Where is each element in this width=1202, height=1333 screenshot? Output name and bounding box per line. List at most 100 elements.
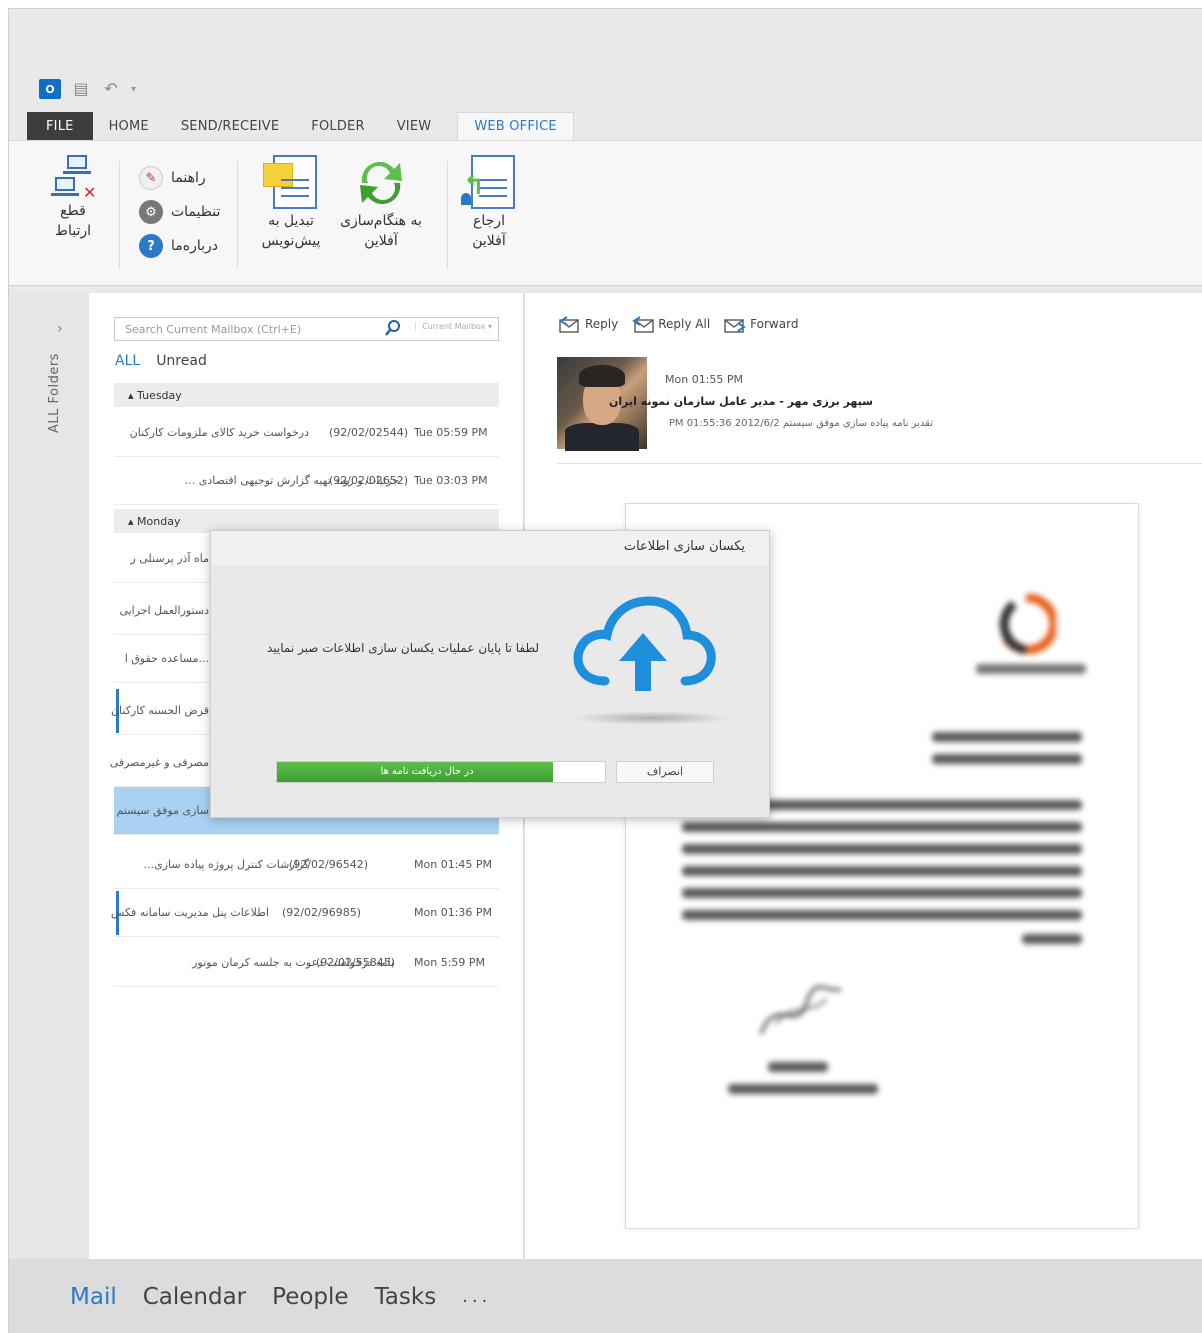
guide-label: راهنما [171,170,206,186]
customize-dropdown-icon[interactable]: ▾ [131,84,136,95]
filter-all[interactable]: ALL [115,353,140,369]
disconnect-icon: ✕ [51,153,96,202]
tab-send-receive[interactable]: SEND/RECEIVE [165,112,295,140]
progress-text: در حال دریافت نامه ها [380,766,474,777]
nav-more[interactable]: ... [462,1286,491,1307]
nav-mail[interactable]: Mail [70,1284,117,1310]
mail-subject: مصرفی و غیرمصرفی [109,756,209,769]
search-icon[interactable] [384,319,402,337]
company-logo-icon [999,594,1056,654]
mail-date: Mon 5:59 PM [414,956,486,969]
tab-web-office[interactable]: WEB OFFICE [457,112,574,140]
reply-button[interactable]: Reply [559,315,618,333]
mail-row[interactable]: اطلاعات پنل مدیریت سامانه فکس (92/02/969… [110,889,499,937]
signature [759,985,842,1035]
search-input[interactable]: Search Current Mailbox (Ctrl+E) Current … [114,317,499,341]
ribbon-separator [447,161,448,269]
to-draft-label: تبدیل به پیش‌نویس [261,213,321,249]
offline-sync-label: به هنگام‌سازی آفلاین [340,213,422,249]
sync-progress-bar: در حال دریافت نامه ها [276,761,606,783]
disconnect-label: قطع ارتباط [55,203,91,239]
settings-label: تنظیمات [171,204,221,220]
mail-row[interactable]: گزارشات کنترل پروژه پیاده سازی... (92/02… [114,841,499,889]
divider [557,463,1202,464]
quick-access-toolbar: O ▤ ↶ ▾ [39,77,136,101]
mail-subject: قرض الحسنه کارکنان [110,704,209,717]
ribbon-tabs: FILE HOME SEND/RECEIVE FOLDER VIEW WEB O… [27,112,574,140]
search-scope-dropdown[interactable]: Current Mailbox ▾ [415,322,492,331]
mail-filters: ALL Unread [115,353,207,369]
sync-dialog: یکسان سازی اطلاعات لطفا تا پایان عملیات … [210,530,770,818]
nav-people[interactable]: People [272,1284,348,1310]
message-actions: Reply Reply All Forward [559,315,798,333]
forward-button[interactable]: Forward [724,315,798,333]
tab-view[interactable]: VIEW [381,112,448,140]
tab-file[interactable]: FILE [27,112,93,140]
reply-all-icon [632,316,654,333]
compass-icon: ✎ [139,166,163,190]
mail-date: Tue 05:59 PM [414,426,488,439]
help-group: ✎ راهنما ⚙ تنظیمات ? درباره‌ما [139,161,220,263]
draft-document-icon [263,153,319,211]
search-placeholder: Search Current Mailbox (Ctrl+E) [125,322,302,336]
dialog-title: یکسان سازی اطلاعات [623,539,745,554]
expand-folders-icon[interactable]: › [57,321,63,337]
offline-refer-label: ارجاع آفلاین [472,213,506,249]
mail-subject: اطلاعات پنل مدیریت سامانه فکس [110,906,269,919]
undo-icon[interactable]: ↶ [101,80,121,98]
mail-row[interactable]: جزئیات و روند تهیه گزارش توجیهی اقتصادی … [114,457,499,505]
ribbon: ✕ قطع ارتباط ✎ راهنما ⚙ تنظیمات ? درباره… [9,140,1202,286]
sync-icon [360,161,402,205]
folder-pane-collapsed: › ALL Folders [9,293,89,1259]
outlook-app-icon: O [39,79,61,99]
tab-home[interactable]: HOME [93,112,165,140]
message-time: Mon 01:55 PM [665,373,744,386]
send-receive-icon[interactable]: ▤ [71,80,91,98]
disconnect-button[interactable]: ✕ قطع ارتباط [51,153,96,241]
mail-number: (92/02/02652) [329,474,408,487]
guide-button[interactable]: ✎ راهنما [139,161,220,195]
mail-date: Tue 03:03 PM [414,474,488,487]
cloud-upload-icon [573,596,716,691]
mail-subject: درخواست خرید کالای ملزومات کارکنان [129,426,309,439]
forward-icon [724,319,746,333]
mail-row[interactable]: نامه درخواست دعوت به جلسه کرمان موتور (9… [114,939,499,987]
nav-tasks[interactable]: Tasks [375,1284,437,1310]
cloud-shadow [571,711,731,725]
mail-subject: ...مساعده حقوق ا [124,652,209,665]
mail-number: (92/02/96542) [289,858,368,871]
mail-number: (92/02/02544) [329,426,408,439]
mail-subject: دستورالعمل اجرایی [119,604,209,617]
mail-subject: سازی موفق سیستم [116,804,209,817]
nav-calendar[interactable]: Calendar [143,1284,246,1310]
about-label: درباره‌ما [171,238,219,254]
about-button[interactable]: ? درباره‌ما [139,229,220,263]
ribbon-separator [119,161,120,269]
tab-folder[interactable]: FOLDER [295,112,380,140]
settings-button[interactable]: ⚙ تنظیمات [139,195,220,229]
cancel-button[interactable]: انصراف [616,761,714,783]
filter-unread[interactable]: Unread [156,353,207,369]
mail-subject: گزارشات کنترل پروژه پیاده سازی... [143,858,309,871]
dialog-body: لطفا تا پایان عملیات یکسان سازی اطلاعات … [211,565,769,817]
to-draft-button[interactable]: تبدیل به پیش‌نویس [259,153,323,251]
mail-date: Mon 01:36 PM [414,906,493,919]
reply-all-button[interactable]: Reply All [632,315,710,333]
dialog-message: لطفا تا پایان عملیات یکسان سازی اطلاعات … [266,641,539,655]
letter-company-name [976,664,1086,674]
message-sender: سپهر برزی مهر - مدیر عامل سازمان نمونه ا… [608,395,873,408]
reply-icon [559,316,579,333]
mail-number: (92/02/96985) [282,906,361,919]
offline-sync-button[interactable]: به هنگام‌سازی آفلاین [335,153,427,251]
group-header-tuesday[interactable]: ▴ Tuesday [114,383,499,407]
help-icon: ? [139,234,163,258]
all-folders-label[interactable]: ALL Folders [47,353,62,433]
mail-number: (92/02/55845) [316,956,395,969]
ribbon-separator [237,161,238,269]
mail-row[interactable]: درخواست خرید کالای ملزومات کارکنان (92/0… [114,409,499,457]
message-subject: تقدیر نامه پیاده سازی موفق سیستم 2012/6/… [668,418,933,429]
gear-icon: ⚙ [139,200,163,224]
offline-refer-button[interactable]: ↰ ارجاع آفلاین [461,153,517,251]
refer-document-icon: ↰ [461,153,517,211]
outlook-window: O ▤ ↶ ▾ FILE HOME SEND/RECEIVE FOLDER VI… [8,8,1202,1333]
